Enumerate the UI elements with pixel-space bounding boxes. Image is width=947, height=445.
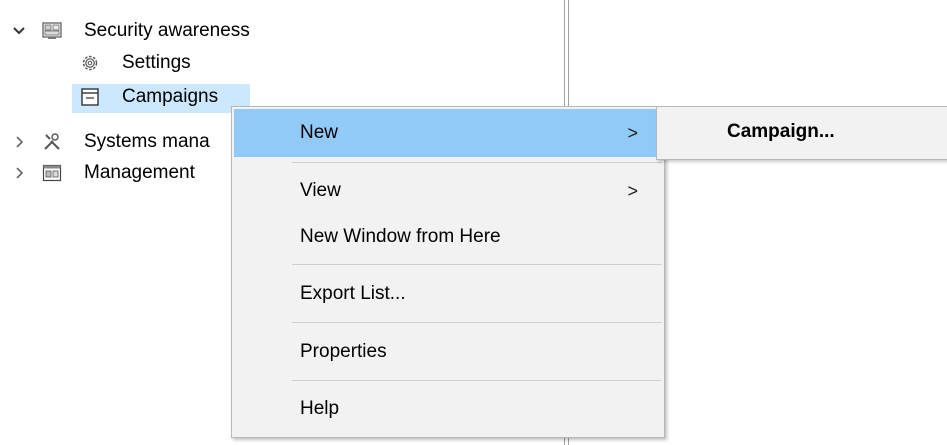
menu-item-new-window-from-here[interactable]: New Window from Here [234,213,662,261]
tree-item-label: Settings [122,52,191,73]
menu-separator [292,264,662,265]
tree-item-label: Security awareness [84,20,250,41]
menu-item-label: Export List... [300,283,406,304]
chevron-right-icon[interactable] [12,158,26,188]
tree-item-security-awareness[interactable]: Security awareness [0,16,300,46]
menu-item-label: New [300,122,339,143]
submenu-new: Campaign... [656,106,947,160]
submenu-item-campaign[interactable]: Campaign... [727,107,835,157]
menu-separator [292,322,662,323]
tree-item-label: Management [84,162,195,183]
menu-item-label: Properties [300,341,387,362]
submenu-arrow-icon: > [627,181,638,201]
menu-separator [292,162,662,163]
menu-item-view[interactable]: View > [234,167,662,215]
context-menu: New > View > New Window from Here Export… [231,106,665,438]
chevron-down-icon[interactable] [12,16,26,46]
security-console-icon [42,21,62,41]
menu-separator [292,380,662,381]
management-icon [42,163,62,183]
window-icon [80,87,100,107]
menu-item-label: New Window from Here [300,226,501,247]
menu-item-label: Help [300,398,340,419]
gear-icon [80,53,100,73]
menu-item-label: View [300,180,341,201]
tree-item-label: Campaigns [122,86,219,107]
submenu-arrow-icon: > [627,123,638,143]
tree-item-settings[interactable]: Settings [0,48,300,78]
menu-item-export-list[interactable]: Export List... [234,270,662,318]
tools-icon [42,132,62,152]
menu-item-properties[interactable]: Properties [234,328,662,376]
tree-item-label: Systems mana [84,131,210,152]
menu-item-help[interactable]: Help [234,385,662,433]
menu-item-new[interactable]: New > [234,109,662,157]
chevron-right-icon[interactable] [12,127,26,157]
